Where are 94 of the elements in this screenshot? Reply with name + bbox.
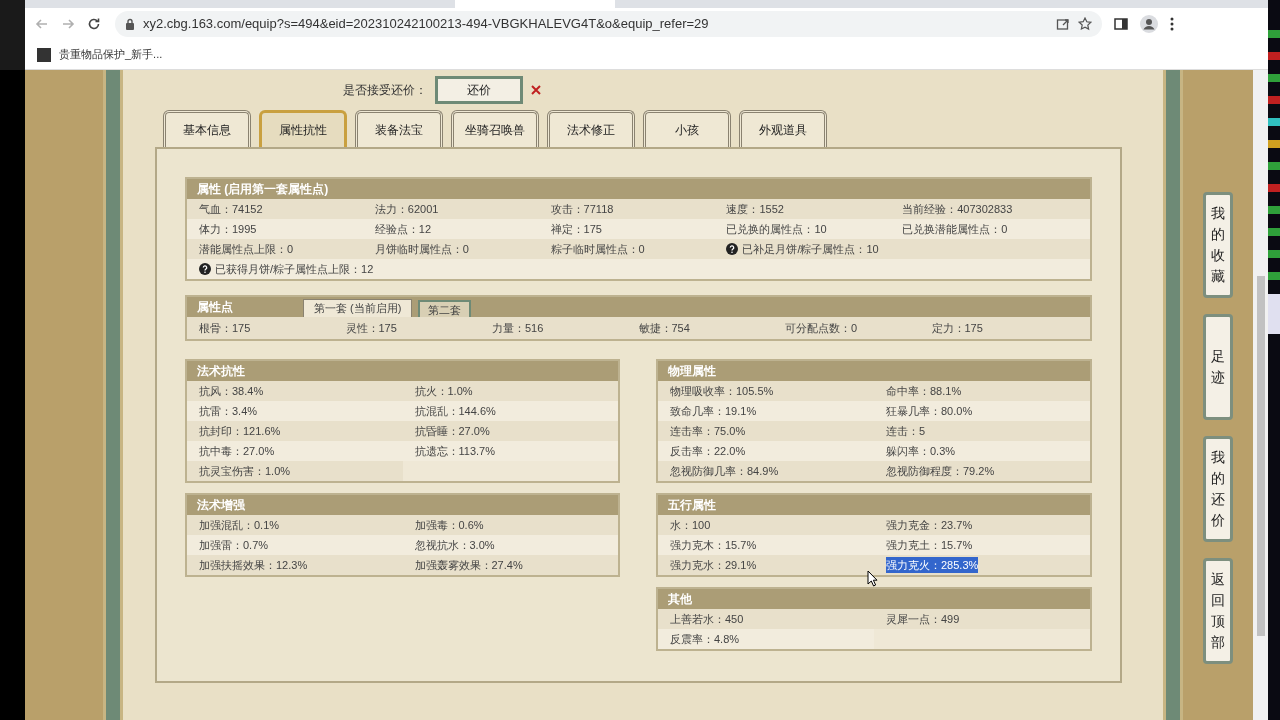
help-icon[interactable] — [199, 263, 211, 275]
desktop-edge — [0, 0, 25, 70]
stat-value: 致命几率：19.1% — [670, 403, 757, 419]
share-icon[interactable] — [1056, 17, 1070, 31]
attribute-set-tab[interactable]: 第一套 (当前启用) — [303, 299, 413, 317]
attribute-value: 攻击：77118 — [550, 201, 614, 217]
stat-value: 抗混乱：144.6% — [414, 403, 496, 419]
stat-value: 抗风：38.4% — [199, 383, 264, 399]
attribute-value: 月饼临时属性点：0 — [374, 241, 469, 257]
side-nav-button[interactable]: 我的收藏 — [1203, 192, 1233, 298]
stat-value: 物理吸收率：105.5% — [670, 383, 774, 399]
side-nav-button[interactable]: 我的还价 — [1203, 436, 1233, 542]
attribute-value: 法力：62001 — [374, 201, 439, 217]
attribute-set-tab[interactable]: 第二套 — [418, 300, 472, 317]
lock-icon — [125, 18, 135, 30]
stat-value: 命中率：88.1% — [886, 383, 962, 399]
panel-title: 法术增强 — [197, 497, 245, 514]
stat-value: 水：100 — [670, 517, 711, 533]
counter-offer-button[interactable]: 还价 — [435, 76, 523, 104]
panel-title: 五行属性 — [668, 497, 716, 514]
stat-value: 加强轰雾效果：27.4% — [414, 557, 523, 573]
stat-value: 抗中毒：27.0% — [199, 443, 275, 459]
stat-value: 抗昏睡：27.0% — [414, 423, 490, 439]
tab[interactable]: 法术修正 — [547, 110, 635, 147]
sidebar-icon[interactable] — [1114, 17, 1128, 31]
stat-value: 加强毒：0.6% — [414, 517, 484, 533]
url-text: xy2.cbg.163.com/equip?s=494&eid=202310242100213-494-VBGKHALEVG4T&o&equip_refer=29 — [143, 15, 709, 34]
side-nav-button[interactable]: 返回顶部 — [1203, 558, 1233, 664]
panel-title: 属性 (启用第一套属性点) — [197, 181, 329, 198]
star-icon[interactable] — [1078, 17, 1092, 31]
tab[interactable]: 基本信息 — [163, 110, 251, 147]
stat-value: 强力克土：15.7% — [886, 537, 973, 553]
attribute-point: 敏捷：754 — [638, 320, 691, 336]
scrollbar-thumb[interactable] — [1256, 276, 1265, 636]
stat-value: 狂暴几率：80.0% — [886, 403, 973, 419]
address-bar[interactable]: xy2.cbg.163.com/equip?s=494&eid=202310242100213-494-VBGKHALEVG4T&o&equip_refer=29 — [115, 11, 1102, 37]
bookmark-link[interactable]: 贵重物品保护_新手... — [59, 46, 163, 63]
stat-value: 反击率：22.0% — [670, 443, 746, 459]
attribute-value: 已兑换潜能属性点：0 — [902, 221, 1008, 237]
attribute-value: 已获得月饼/粽子属性点上限：12 — [215, 261, 374, 277]
attribute-value: 潜能属性点上限：0 — [199, 241, 294, 257]
stat-value: 忽视防御程度：79.2% — [886, 463, 995, 479]
panel-title: 属性点 — [197, 299, 234, 316]
offer-label: 是否接受还价： — [343, 82, 427, 99]
attribute-value: 体力：1995 — [199, 221, 257, 237]
attribute-value: 经验点：12 — [374, 221, 432, 237]
attribute-value: 速度：1552 — [726, 201, 784, 217]
side-nav-button[interactable]: 足迹 — [1203, 314, 1233, 420]
stat-value: 躲闪率：0.3% — [886, 443, 956, 459]
attribute-value: 粽子临时属性点：0 — [550, 241, 645, 257]
attribute-point: 定力：175 — [931, 320, 984, 336]
panel-title: 物理属性 — [668, 363, 716, 380]
stat-value: 灵犀一点：499 — [886, 611, 960, 627]
panel-title: 法术抗性 — [197, 363, 245, 380]
stat-value: 加强雷：0.7% — [199, 537, 269, 553]
tab[interactable]: 坐骑召唤兽 — [451, 110, 539, 147]
stat-value: 加强扶摇效果：12.3% — [199, 557, 308, 573]
profile-icon[interactable] — [1140, 15, 1158, 33]
stat-value: 抗遗忘：113.7% — [414, 443, 495, 459]
tab[interactable]: 属性抗性 — [259, 110, 347, 147]
stat-value: 忽视防御几率：84.9% — [670, 463, 779, 479]
attribute-value: 已补足月饼/粽子属性点：10 — [742, 241, 879, 257]
stat-value: 忽视抗水：3.0% — [414, 537, 495, 553]
menu-icon[interactable] — [1170, 17, 1174, 31]
stat-value: 抗火：1.0% — [414, 383, 473, 399]
bookmark-favicon-icon — [37, 47, 51, 62]
stat-value: 抗封印：121.6% — [199, 423, 281, 439]
close-icon[interactable] — [531, 85, 541, 95]
stat-value: 连击率：75.0% — [670, 423, 746, 439]
stat-value: 强力克金：23.7% — [886, 517, 973, 533]
attribute-value: 已兑换的属性点：10 — [726, 221, 827, 237]
stat-value: 抗雷：3.4% — [199, 403, 258, 419]
tab[interactable]: 外观道具 — [739, 110, 827, 147]
attribute-value: 当前经验：407302833 — [902, 201, 1013, 217]
reload-icon[interactable] — [87, 17, 101, 31]
mouse-pointer-icon — [867, 570, 878, 587]
stat-value: 上善若水：450 — [670, 611, 744, 627]
stat-value: 连击：5 — [886, 423, 926, 439]
stat-value: 反震率：4.8% — [670, 631, 740, 647]
attribute-value: 禅定：175 — [550, 221, 602, 237]
stat-value: 强力克水：29.1% — [670, 557, 757, 573]
tab[interactable]: 小孩 — [643, 110, 731, 147]
attribute-value: 气血：74152 — [199, 201, 263, 217]
stat-value: 抗灵宝伤害：1.0% — [199, 463, 291, 479]
attribute-point: 力量：516 — [492, 320, 545, 336]
attribute-point: 可分配点数：0 — [785, 320, 859, 336]
stat-value: 强力克火：285.3% — [886, 556, 979, 574]
tab[interactable]: 装备法宝 — [355, 110, 443, 147]
panel-title: 其他 — [668, 591, 692, 608]
stat-value: 加强混乱：0.1% — [199, 517, 280, 533]
stat-value: 强力克木：15.7% — [670, 537, 757, 553]
attribute-point: 灵性：175 — [345, 320, 398, 336]
attribute-point: 根骨：175 — [199, 320, 252, 336]
help-icon[interactable] — [726, 243, 739, 255]
